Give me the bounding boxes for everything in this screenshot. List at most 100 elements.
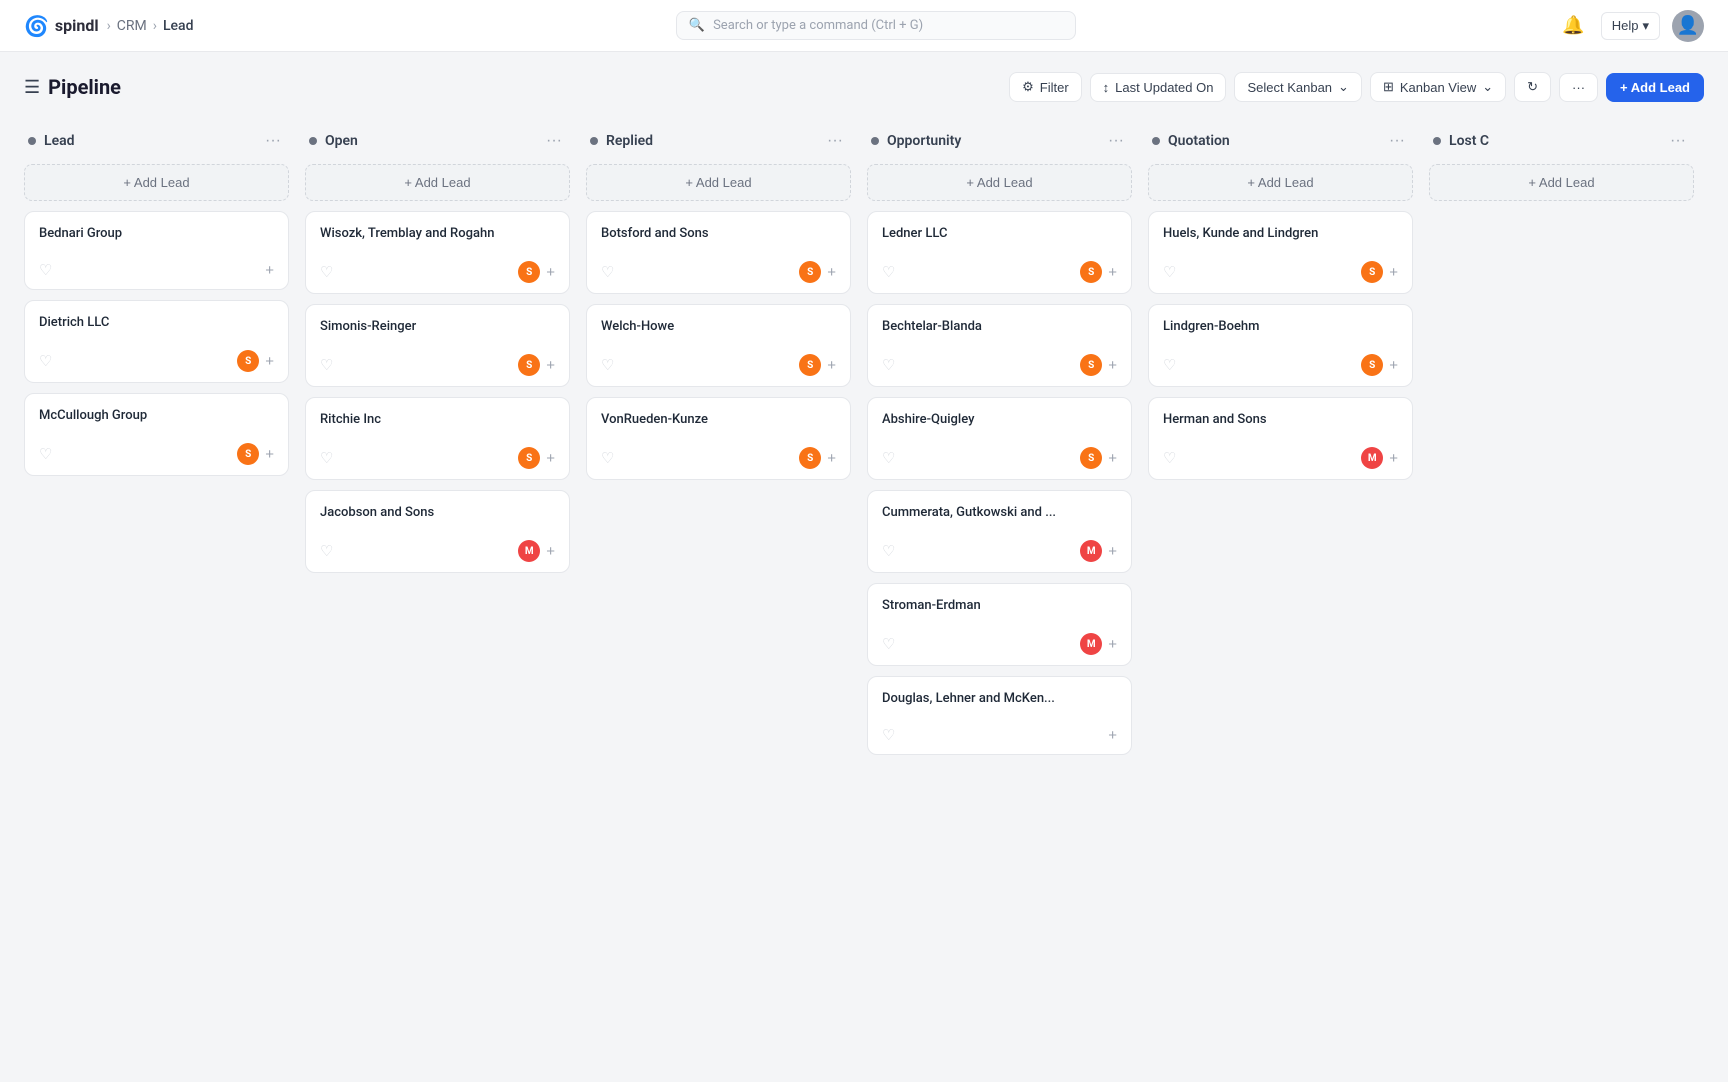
card-plus-ritchie[interactable]: + <box>546 450 555 467</box>
col-more-replied[interactable]: ··· <box>823 130 847 152</box>
col-more-opportunity[interactable]: ··· <box>1104 130 1128 152</box>
card-plus-vonrueden[interactable]: + <box>827 450 836 467</box>
card-title-bednari: Bednari Group <box>39 226 274 241</box>
kanban-select-button[interactable]: Select Kanban ⌄ <box>1234 72 1361 102</box>
card-botsford[interactable]: Botsford and Sons♡S+ <box>586 211 851 294</box>
card-mccullough[interactable]: McCullough Group♡S+ <box>24 393 289 476</box>
card-ledner[interactable]: Ledner LLC♡S+ <box>867 211 1132 294</box>
card-abshire[interactable]: Abshire-Quigley♡S+ <box>867 397 1132 480</box>
card-heart-herman[interactable]: ♡ <box>1163 449 1176 467</box>
card-footer-ritchie: ♡S+ <box>320 447 555 469</box>
card-ritchie[interactable]: Ritchie Inc♡S+ <box>305 397 570 480</box>
col-more-lost[interactable]: ··· <box>1666 130 1690 152</box>
card-heart-wisozk[interactable]: ♡ <box>320 263 333 281</box>
add-lead-col-replied[interactable]: + Add Lead <box>586 164 851 201</box>
card-plus-dietrich[interactable]: + <box>265 353 274 370</box>
card-heart-stroman[interactable]: ♡ <box>882 635 895 653</box>
card-heart-mccullough[interactable]: ♡ <box>39 445 52 463</box>
card-footer-vonrueden: ♡S+ <box>601 447 836 469</box>
card-heart-huels[interactable]: ♡ <box>1163 263 1176 281</box>
refresh-button[interactable]: ↻ <box>1514 72 1551 102</box>
col-more-quotation[interactable]: ··· <box>1385 130 1409 152</box>
breadcrumb-lead: Lead <box>163 18 194 34</box>
card-plus-lindgren[interactable]: + <box>1389 357 1398 374</box>
card-welch[interactable]: Welch-Howe♡S+ <box>586 304 851 387</box>
sort-icon: ↕ <box>1103 80 1110 95</box>
add-lead-col-lost[interactable]: + Add Lead <box>1429 164 1694 201</box>
breadcrumb: › CRM › Lead <box>107 18 194 34</box>
card-plus-botsford[interactable]: + <box>827 264 836 281</box>
card-plus-stroman[interactable]: + <box>1108 636 1117 653</box>
card-huels[interactable]: Huels, Kunde and Lindgren♡S+ <box>1148 211 1413 294</box>
card-title-botsford: Botsford and Sons <box>601 226 836 241</box>
card-stroman[interactable]: Stroman-Erdman♡M+ <box>867 583 1132 666</box>
card-plus-abshire[interactable]: + <box>1108 450 1117 467</box>
card-vonrueden[interactable]: VonRueden-Kunze♡S+ <box>586 397 851 480</box>
card-heart-abshire[interactable]: ♡ <box>882 449 895 467</box>
user-avatar[interactable]: 👤 <box>1672 10 1704 42</box>
card-plus-welch[interactable]: + <box>827 357 836 374</box>
kanban-view-button[interactable]: ⊞ Kanban View ⌄ <box>1370 72 1506 102</box>
card-footer-welch: ♡S+ <box>601 354 836 376</box>
card-title-cummerata: Cummerata, Gutkowski and ... <box>882 505 1117 520</box>
card-heart-douglas[interactable]: ♡ <box>882 726 895 744</box>
col-dot-quotation <box>1152 137 1160 145</box>
card-footer-simonis: ♡S+ <box>320 354 555 376</box>
card-wisozk[interactable]: Wisozk, Tremblay and Rogahn♡S+ <box>305 211 570 294</box>
card-heart-ritchie[interactable]: ♡ <box>320 449 333 467</box>
filter-button[interactable]: ⚙ Filter <box>1009 72 1082 102</box>
toolbar-left: ☰ Pipeline <box>24 75 121 99</box>
card-cummerata[interactable]: Cummerata, Gutkowski and ...♡M+ <box>867 490 1132 573</box>
card-heart-ledner[interactable]: ♡ <box>882 263 895 281</box>
card-plus-mccullough[interactable]: + <box>265 446 274 463</box>
card-plus-bechtelar[interactable]: + <box>1108 357 1117 374</box>
card-plus-douglas[interactable]: + <box>1108 727 1117 744</box>
card-dietrich[interactable]: Dietrich LLC♡S+ <box>24 300 289 383</box>
menu-icon: ☰ <box>24 77 40 98</box>
add-lead-col-opportunity[interactable]: + Add Lead <box>867 164 1132 201</box>
card-heart-cummerata[interactable]: ♡ <box>882 542 895 560</box>
add-lead-button[interactable]: + Add Lead <box>1606 73 1704 102</box>
help-button[interactable]: Help ▾ <box>1601 12 1660 40</box>
sort-button[interactable]: ↕ Last Updated On <box>1090 73 1227 102</box>
card-douglas[interactable]: Douglas, Lehner and McKen...♡+ <box>867 676 1132 755</box>
search-box[interactable]: 🔍 Search or type a command (Ctrl + G) <box>676 11 1076 40</box>
card-lindgren[interactable]: Lindgren-Boehm♡S+ <box>1148 304 1413 387</box>
card-plus-wisozk[interactable]: + <box>546 264 555 281</box>
card-simonis[interactable]: Simonis-Reinger♡S+ <box>305 304 570 387</box>
card-plus-huels[interactable]: + <box>1389 264 1398 281</box>
card-heart-vonrueden[interactable]: ♡ <box>601 449 614 467</box>
card-heart-jacobson[interactable]: ♡ <box>320 542 333 560</box>
breadcrumb-crm[interactable]: CRM <box>117 18 147 34</box>
card-avatar-jacobson: M <box>518 540 540 562</box>
card-plus-herman[interactable]: + <box>1389 450 1398 467</box>
card-heart-dietrich[interactable]: ♡ <box>39 352 52 370</box>
col-more-open[interactable]: ··· <box>542 130 566 152</box>
col-more-lead[interactable]: ··· <box>261 130 285 152</box>
card-heart-bechtelar[interactable]: ♡ <box>882 356 895 374</box>
card-plus-cummerata[interactable]: + <box>1108 543 1117 560</box>
card-plus-ledner[interactable]: + <box>1108 264 1117 281</box>
card-heart-botsford[interactable]: ♡ <box>601 263 614 281</box>
card-plus-bednari[interactable]: + <box>265 262 274 279</box>
card-herman[interactable]: Herman and Sons♡M+ <box>1148 397 1413 480</box>
card-jacobson[interactable]: Jacobson and Sons♡M+ <box>305 490 570 573</box>
col-title-replied: Replied <box>606 133 653 149</box>
filter-icon: ⚙ <box>1022 79 1034 95</box>
card-right-huels: S+ <box>1361 261 1398 283</box>
card-heart-lindgren[interactable]: ♡ <box>1163 356 1176 374</box>
add-lead-col-quotation[interactable]: + Add Lead <box>1148 164 1413 201</box>
more-options-button[interactable]: ··· <box>1559 73 1598 102</box>
add-lead-col-lead[interactable]: + Add Lead <box>24 164 289 201</box>
card-bednari[interactable]: Bednari Group ♡ + <box>24 211 289 290</box>
card-plus-jacobson[interactable]: + <box>546 543 555 560</box>
search-area[interactable]: 🔍 Search or type a command (Ctrl + G) <box>676 11 1076 40</box>
card-heart-simonis[interactable]: ♡ <box>320 356 333 374</box>
card-bechtelar[interactable]: Bechtelar-Blanda♡S+ <box>867 304 1132 387</box>
card-heart-welch[interactable]: ♡ <box>601 356 614 374</box>
card-heart-bednari[interactable]: ♡ <box>39 261 52 279</box>
add-lead-col-open[interactable]: + Add Lead <box>305 164 570 201</box>
notifications-button[interactable]: 🔔 <box>1558 11 1588 40</box>
card-plus-simonis[interactable]: + <box>546 357 555 374</box>
logo[interactable]: 🌀 spindl <box>24 14 99 38</box>
